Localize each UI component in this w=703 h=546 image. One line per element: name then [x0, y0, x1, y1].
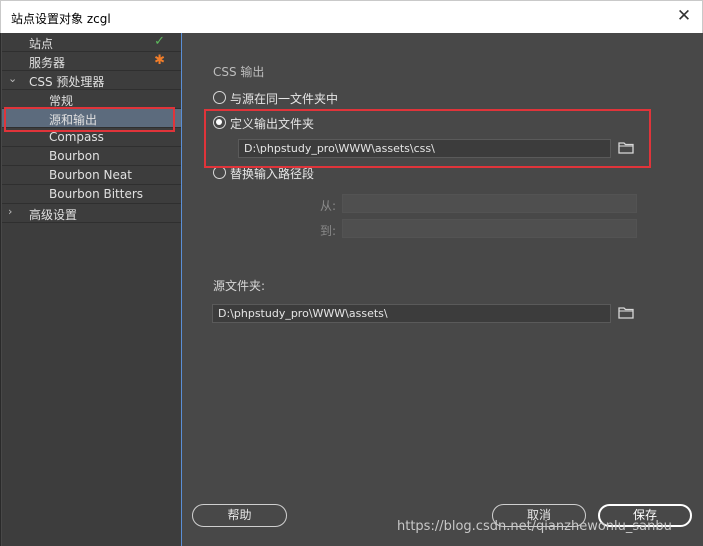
sidebar-item-bourbon[interactable]: Bourbon: [2, 147, 181, 166]
to-label: 到:: [320, 224, 337, 238]
check-icon: ✓: [154, 34, 165, 49]
sidebar-item-label: 服务器: [29, 56, 66, 70]
from-label: 从:: [320, 199, 337, 213]
chevron-down-icon[interactable]: ⌄: [8, 72, 17, 85]
sidebar-item-site[interactable]: 站点 ✓: [2, 33, 181, 52]
sidebar-item-bourbon-bitters[interactable]: Bourbon Bitters: [2, 185, 181, 204]
radio-same-folder[interactable]: 与源在同一文件夹中: [213, 89, 413, 107]
help-button[interactable]: 帮助: [192, 504, 287, 527]
close-icon[interactable]: ✕: [676, 6, 692, 26]
to-field[interactable]: [342, 219, 637, 238]
sidebar-item-label: Bourbon Neat: [49, 168, 132, 182]
source-folder-title: 源文件夹:: [213, 279, 266, 293]
sidebar-item-label: 高级设置: [29, 208, 78, 222]
sidebar-item-bourbon-neat[interactable]: Bourbon Neat: [2, 166, 181, 185]
chevron-right-icon[interactable]: ›: [8, 205, 12, 218]
sidebar-item-label: 站点: [29, 37, 54, 51]
source-folder-field[interactable]: D:\phpstudy_pro\WWW\assets\: [212, 304, 611, 323]
radio-button[interactable]: [213, 91, 226, 104]
sidebar-highlight-box: [4, 107, 175, 132]
sidebar-item-label: Bourbon: [49, 149, 100, 163]
sidebar-item-advanced[interactable]: › 高级设置: [2, 204, 181, 223]
radio-label: 与源在同一文件夹中: [230, 92, 339, 106]
dialog-body: 站点 ✓ 服务器 ✱ ⌄ CSS 预处理器 常规 源和输出 Compass Bo…: [0, 33, 703, 546]
sidebar-item-label: Compass: [49, 130, 104, 144]
css-output-title: CSS 输出: [213, 65, 265, 79]
asterisk-icon: ✱: [154, 53, 165, 68]
output-highlight-box: [204, 109, 651, 168]
sidebar-item-label: Bourbon Bitters: [49, 187, 144, 201]
window-title: 站点设置对象 zcgl: [11, 12, 111, 26]
watermark: https://blog.csdn.net/qianzhewonlu_sanbu: [397, 519, 672, 534]
title-bar: 站点设置对象 zcgl ✕: [0, 0, 703, 33]
sidebar-item-server[interactable]: 服务器 ✱: [2, 52, 181, 71]
folder-icon[interactable]: [618, 307, 634, 319]
from-field[interactable]: [342, 194, 637, 213]
sidebar-item-css-preprocessor[interactable]: ⌄ CSS 预处理器: [2, 71, 181, 90]
sidebar-item-label: CSS 预处理器: [29, 75, 105, 89]
